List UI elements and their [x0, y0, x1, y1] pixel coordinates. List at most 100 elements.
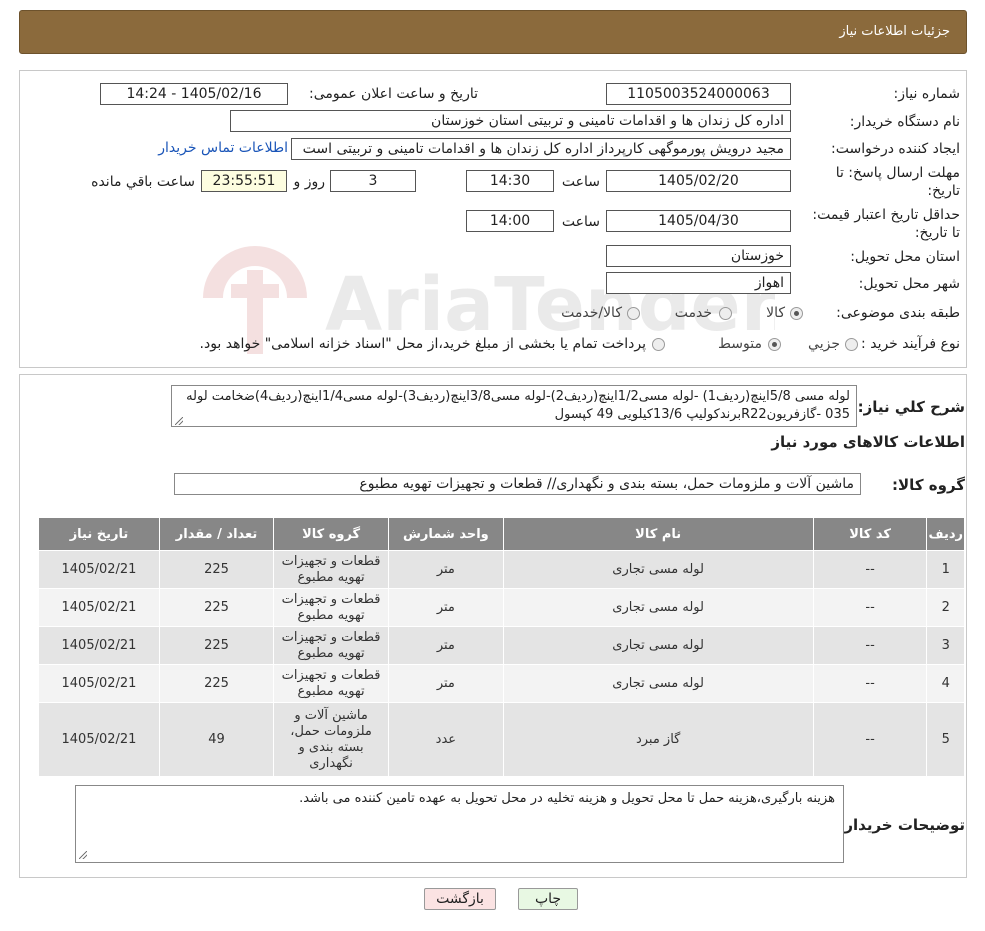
col-header-row: ردیف [926, 517, 965, 551]
cell-qty: 225 [158, 588, 275, 627]
col-header-code: کد کالا [812, 517, 928, 551]
process-radio-medium[interactable] [768, 338, 781, 351]
cell-unit: متر [388, 626, 504, 665]
cell-qty: 225 [158, 626, 275, 665]
goods-section-title: اطلاعات کالاهای مورد نیاز [771, 433, 965, 451]
cell-date: 1405/02/21 [38, 550, 160, 589]
cell-idx: 5 [926, 702, 965, 777]
table-row: 4 -- لوله مسی تجاری متر قطعات و تجهیزات … [38, 664, 965, 703]
cell-date: 1405/02/21 [38, 702, 160, 777]
cell-date: 1405/02/21 [38, 664, 160, 703]
category-radio-both[interactable] [627, 307, 640, 320]
cell-code: -- [812, 626, 928, 665]
deadline-date-field: 1405/02/20 [606, 170, 791, 192]
cell-name: لوله مسی تجاری [502, 626, 814, 665]
goods-group-label: گروه کالا: [892, 476, 965, 494]
cell-idx: 3 [926, 626, 965, 665]
category-option-goods: کالا [766, 305, 785, 321]
resize-grip-icon[interactable] [79, 851, 87, 859]
cell-group: قطعات و تجهیزات تهویه مطبوع [273, 588, 390, 627]
buyer-contact-link[interactable]: اطلاعات تماس خریدار [150, 140, 288, 156]
process-note: پرداخت تمام یا بخشی از مبلغ خرید،از محل … [199, 336, 646, 352]
days-label: روز و [293, 174, 326, 190]
cell-code: -- [812, 664, 928, 703]
cell-qty: 225 [158, 550, 275, 589]
cell-qty: 49 [158, 702, 275, 777]
buyer-notes-textarea[interactable]: هزینه بارگیری،هزینه حمل تا محل تحویل و ه… [75, 785, 844, 863]
process-treasury-checkbox[interactable] [652, 338, 665, 351]
cell-unit: متر [388, 664, 504, 703]
goods-table: ردیف کد کالا نام کالا واحد شمارش گروه کا… [38, 517, 965, 777]
col-header-group: گروه کالا [273, 517, 390, 551]
days-remaining-field: 3 [330, 170, 416, 192]
table-row: 3 -- لوله مسی تجاری متر قطعات و تجهیزات … [38, 626, 965, 665]
cell-name: لوله مسی تجاری [502, 664, 814, 703]
category-option-both: کالا/خدمت [561, 305, 622, 321]
page-title: جزئیات اطلاعات نیاز [839, 24, 950, 39]
cell-group: ماشین آلات و ملزومات حمل، بسته بندی و نگ… [273, 702, 390, 777]
cell-code: -- [812, 588, 928, 627]
col-header-unit: واحد شمارش [388, 517, 504, 551]
cell-qty: 225 [158, 664, 275, 703]
city-label: شهر محل تحویل: [858, 276, 960, 292]
print-button[interactable]: چاپ [518, 888, 578, 910]
deadline-time-label: ساعت [561, 174, 600, 190]
city-field: اهواز [606, 272, 791, 294]
province-label: استان محل تحویل: [850, 249, 960, 265]
col-header-date: تاریخ نیاز [38, 517, 160, 551]
process-radio-partial[interactable] [845, 338, 858, 351]
resize-grip-icon[interactable] [175, 417, 183, 425]
cell-code: -- [812, 702, 928, 777]
announce-label: تاریخ و ساعت اعلان عمومی: [309, 86, 478, 102]
requester-label: ایجاد کننده درخواست: [831, 141, 960, 157]
cell-date: 1405/02/21 [38, 626, 160, 665]
need-number-label: شماره نیاز: [893, 86, 961, 102]
goods-group-field: ماشین آلات و ملزومات حمل، بسته بندی و نگ… [174, 473, 861, 495]
cell-date: 1405/02/21 [38, 588, 160, 627]
process-type-label: نوع فرآیند خرید : [861, 336, 960, 352]
deadline-label: مهلت ارسال پاسخ: تا تاریخ: [835, 165, 960, 199]
remaining-time-label: ساعت باقي مانده [91, 174, 195, 190]
validity-label: حداقل تاریخ اعتبار قیمت: تا تاریخ: [812, 207, 960, 241]
announce-field: 1405/02/16 - 14:24 [100, 83, 288, 105]
cell-unit: عدد [388, 702, 504, 777]
validity-date-field: 1405/04/30 [606, 210, 791, 232]
deadline-time-field: 14:30 [466, 170, 554, 192]
category-label: طبقه بندی موضوعی: [836, 305, 960, 321]
table-row: 2 -- لوله مسی تجاری متر قطعات و تجهیزات … [38, 588, 965, 627]
cell-idx: 1 [926, 550, 965, 589]
cell-name: گاز مبرد [502, 702, 814, 777]
cell-code: -- [812, 550, 928, 589]
col-header-name: نام کالا [502, 517, 814, 551]
back-button[interactable]: بازگشت [424, 888, 496, 910]
buyer-org-label: نام دستگاه خریدار: [849, 114, 960, 130]
col-header-qty: تعداد / مقدار [158, 517, 275, 551]
category-radio-goods[interactable] [790, 307, 803, 320]
cell-idx: 2 [926, 588, 965, 627]
summary-label: شرح کلي نياز: [857, 398, 965, 416]
cell-group: قطعات و تجهیزات تهویه مطبوع [273, 626, 390, 665]
cell-group: قطعات و تجهیزات تهویه مطبوع [273, 550, 390, 589]
need-number-field: 1105003524000063 [606, 83, 791, 105]
cell-unit: متر [388, 550, 504, 589]
category-radio-service[interactable] [719, 307, 732, 320]
buyer-notes-label: توضیحات خریدار: [838, 816, 965, 834]
province-field: خوزستان [606, 245, 791, 267]
summary-textarea[interactable]: لوله مسی 5/8اینچ(ردیف1) -لوله مسی1/2اینچ… [171, 385, 857, 427]
buyer-org-field: اداره کل زندان ها و اقدامات تامینی و ترب… [230, 110, 791, 132]
page-header: جزئیات اطلاعات نیاز [19, 10, 967, 54]
validity-time-field: 14:00 [466, 210, 554, 232]
requester-field: مجید درویش پورموگهی کارپرداز اداره کل زن… [291, 138, 791, 160]
table-row: 5 -- گاز مبرد عدد ماشین آلات و ملزومات ح… [38, 702, 965, 777]
cell-name: لوله مسی تجاری [502, 550, 814, 589]
cell-name: لوله مسی تجاری [502, 588, 814, 627]
cell-idx: 4 [926, 664, 965, 703]
process-option-partial: جزیي [808, 336, 840, 352]
validity-time-label: ساعت [561, 214, 600, 230]
cell-group: قطعات و تجهیزات تهویه مطبوع [273, 664, 390, 703]
remaining-time-field: 23:55:51 [201, 170, 287, 192]
process-option-medium: متوسط [718, 336, 762, 352]
cell-unit: متر [388, 588, 504, 627]
category-option-service: خدمت [674, 305, 712, 321]
table-row: 1 -- لوله مسی تجاری متر قطعات و تجهیزات … [38, 550, 965, 589]
